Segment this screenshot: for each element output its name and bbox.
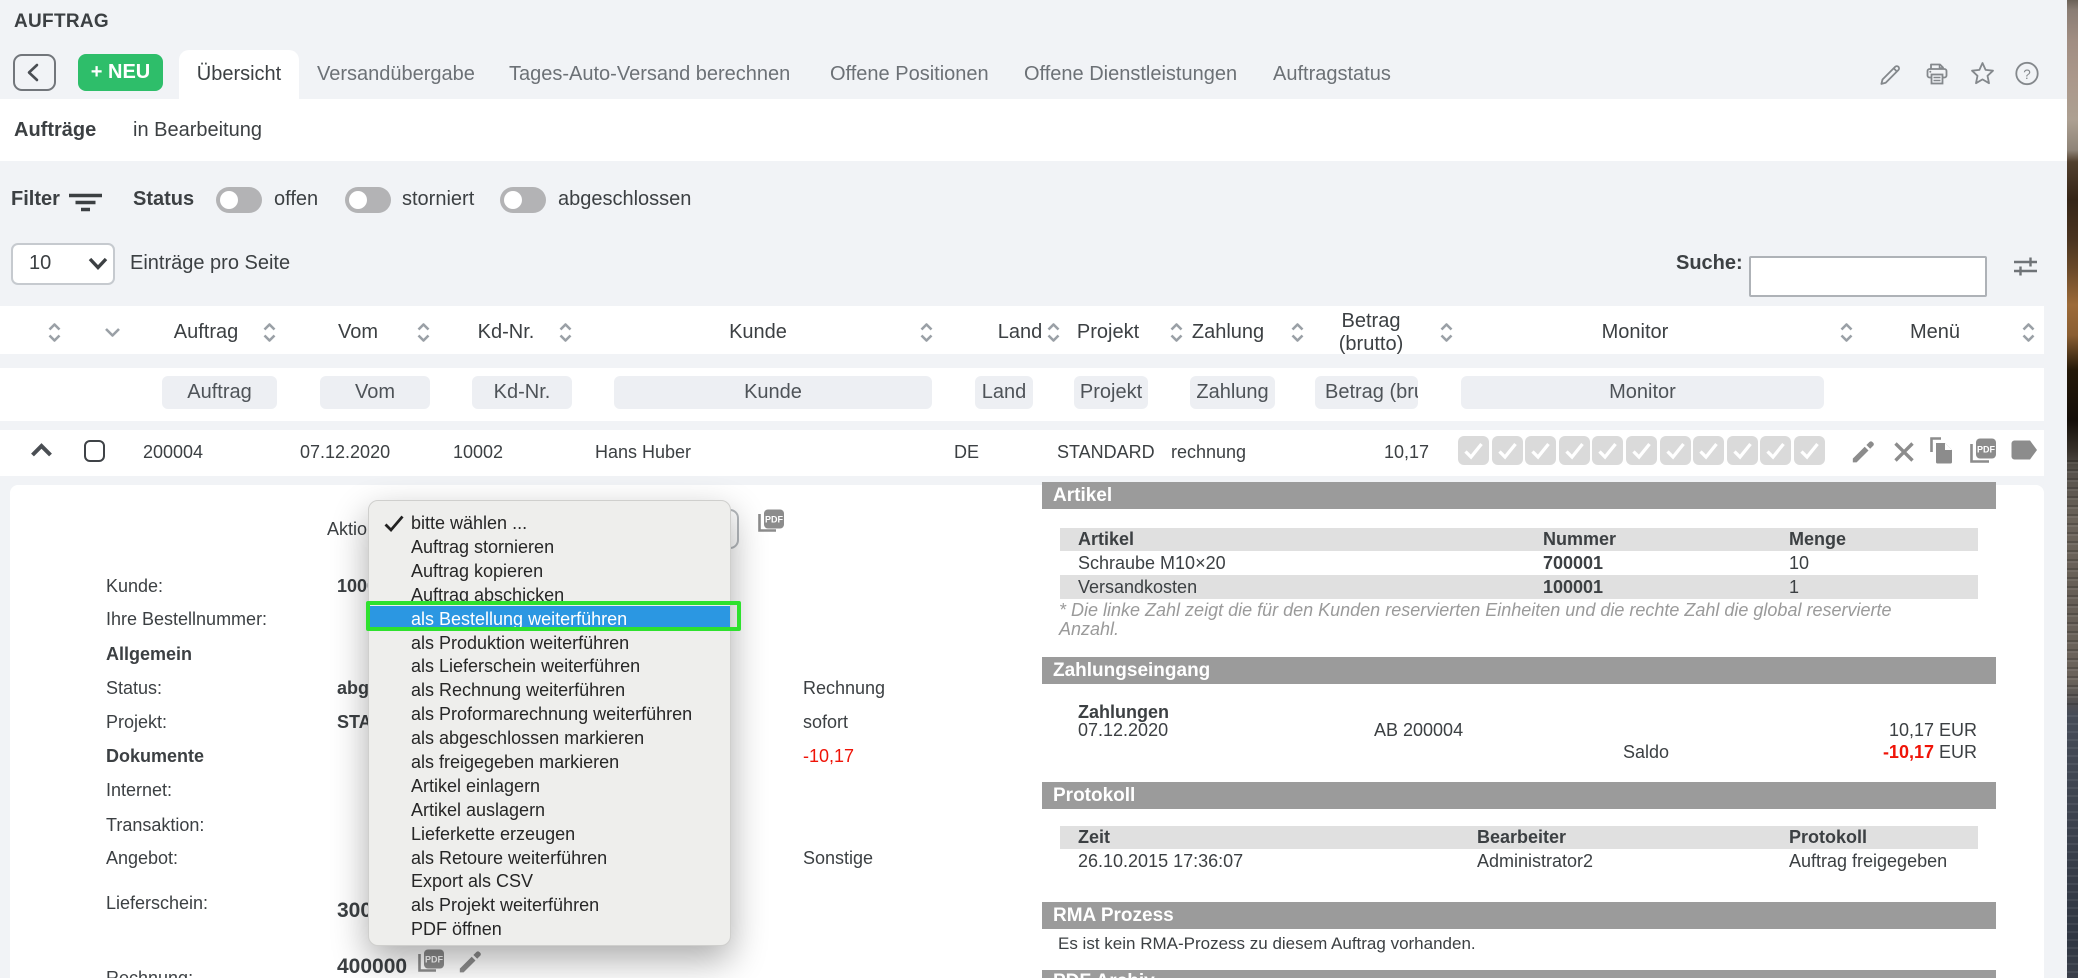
svg-text:PDF: PDF bbox=[765, 515, 784, 525]
svg-text:PDF: PDF bbox=[1977, 445, 1996, 455]
svg-text:PDF: PDF bbox=[425, 955, 444, 965]
svg-text:?: ? bbox=[2023, 67, 2031, 82]
